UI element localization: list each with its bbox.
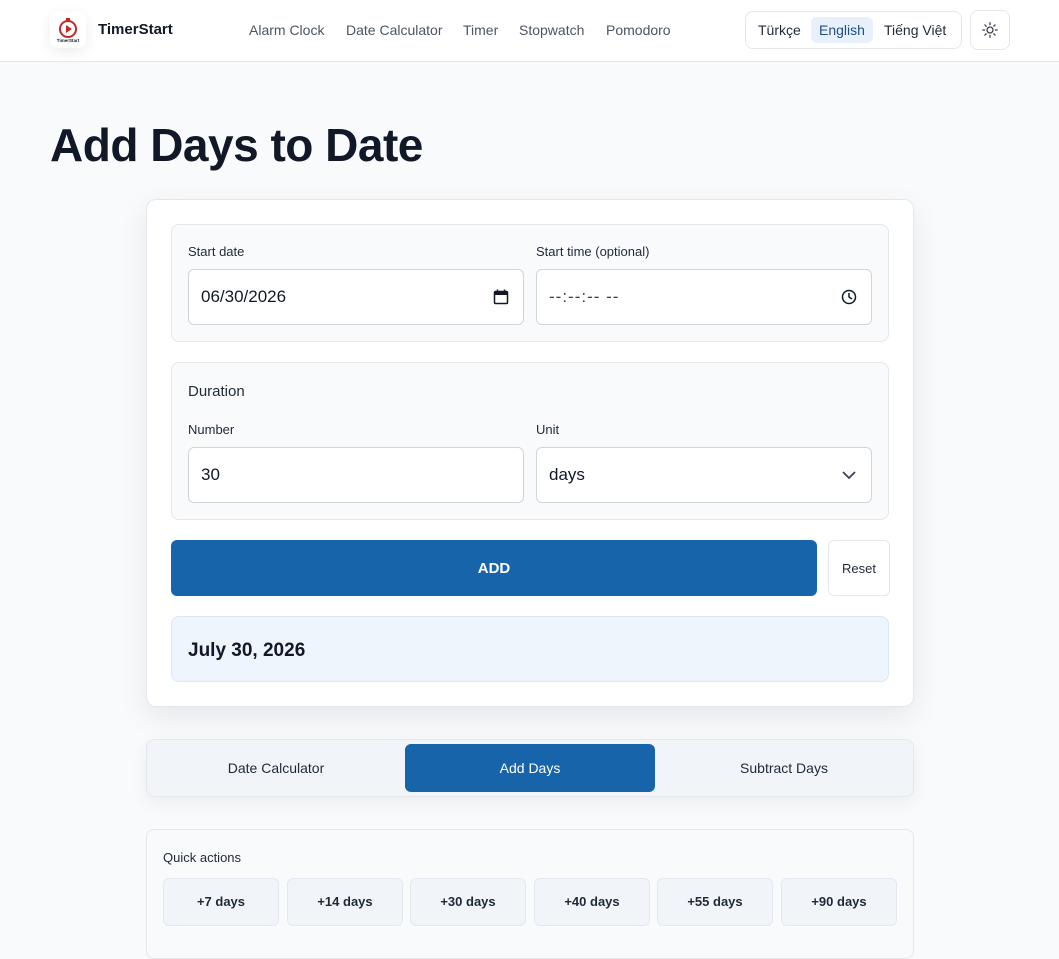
brand-name[interactable]: TimerStart xyxy=(98,21,173,38)
duration-panel: Duration Number 30 Unit days xyxy=(171,362,889,520)
quick-add-40-days[interactable]: +40 days xyxy=(534,878,650,926)
result-date: July 30, 2026 xyxy=(188,640,306,661)
start-panel: Start date 06/30/2026 Start time (option… xyxy=(171,224,889,342)
logo-text: TimerStart xyxy=(57,38,80,43)
number-label: Number xyxy=(188,422,235,437)
unit-label: Unit xyxy=(536,422,560,437)
quick-add-55-days[interactable]: +55 days xyxy=(657,878,773,926)
start-time-input[interactable]: --:--:-- -- xyxy=(536,269,872,325)
quick-actions-panel: Quick actions +7 days +14 days +30 days … xyxy=(146,829,914,959)
lang-english[interactable]: English xyxy=(811,17,873,43)
start-date-label: Start date xyxy=(188,244,245,259)
calculator-card: Start date 06/30/2026 Start time (option… xyxy=(146,199,914,707)
add-button[interactable]: ADD xyxy=(171,540,817,596)
tab-add-days[interactable]: Add Days xyxy=(405,744,655,792)
timerstart-logo[interactable]: TimerStart xyxy=(50,12,86,48)
quick-add-90-days[interactable]: +90 days xyxy=(781,878,897,926)
tab-subtract-days[interactable]: Subtract Days xyxy=(659,744,909,792)
quick-add-7-days[interactable]: +7 days xyxy=(163,878,279,926)
start-date-value: 06/30/2026 xyxy=(201,287,287,306)
lang-vietnamese[interactable]: Tiếng Việt xyxy=(876,17,954,43)
number-value: 30 xyxy=(201,465,220,484)
clock-icon[interactable] xyxy=(841,289,857,305)
nav-date-calculator[interactable]: Date Calculator xyxy=(346,22,443,38)
language-switcher: Türkçe English Tiếng Việt xyxy=(745,11,962,49)
page-title: Add Days to Date xyxy=(50,119,423,171)
start-time-label: Start time (optional) xyxy=(536,244,650,259)
calendar-icon[interactable] xyxy=(493,289,509,305)
quick-actions-title: Quick actions xyxy=(163,850,242,865)
top-header: TimerStart TimerStart Alarm Clock Date C… xyxy=(0,0,1059,62)
quick-add-14-days[interactable]: +14 days xyxy=(287,878,403,926)
mode-tabs: Date Calculator Add Days Subtract Days xyxy=(146,739,914,797)
lang-turkish[interactable]: Türkçe xyxy=(750,17,809,43)
nav-stopwatch[interactable]: Stopwatch xyxy=(519,22,584,38)
nav-timer[interactable]: Timer xyxy=(463,22,498,38)
result-box: July 30, 2026 xyxy=(171,616,889,682)
number-input[interactable]: 30 xyxy=(188,447,524,503)
nav-alarm-clock[interactable]: Alarm Clock xyxy=(249,22,324,38)
reset-button[interactable]: Reset xyxy=(828,540,890,596)
theme-toggle-button[interactable] xyxy=(970,10,1010,50)
start-date-input[interactable]: 06/30/2026 xyxy=(188,269,524,325)
chevron-down-icon xyxy=(842,471,856,480)
sun-icon xyxy=(982,22,998,38)
stopwatch-logo-icon: TimerStart xyxy=(57,18,80,43)
start-time-value: --:--:-- -- xyxy=(549,287,620,306)
unit-select[interactable]: days xyxy=(536,447,872,503)
nav-pomodoro[interactable]: Pomodoro xyxy=(606,22,671,38)
quick-add-30-days[interactable]: +30 days xyxy=(410,878,526,926)
duration-title: Duration xyxy=(188,383,245,400)
unit-value: days xyxy=(549,465,585,484)
tab-date-calculator[interactable]: Date Calculator xyxy=(151,744,401,792)
